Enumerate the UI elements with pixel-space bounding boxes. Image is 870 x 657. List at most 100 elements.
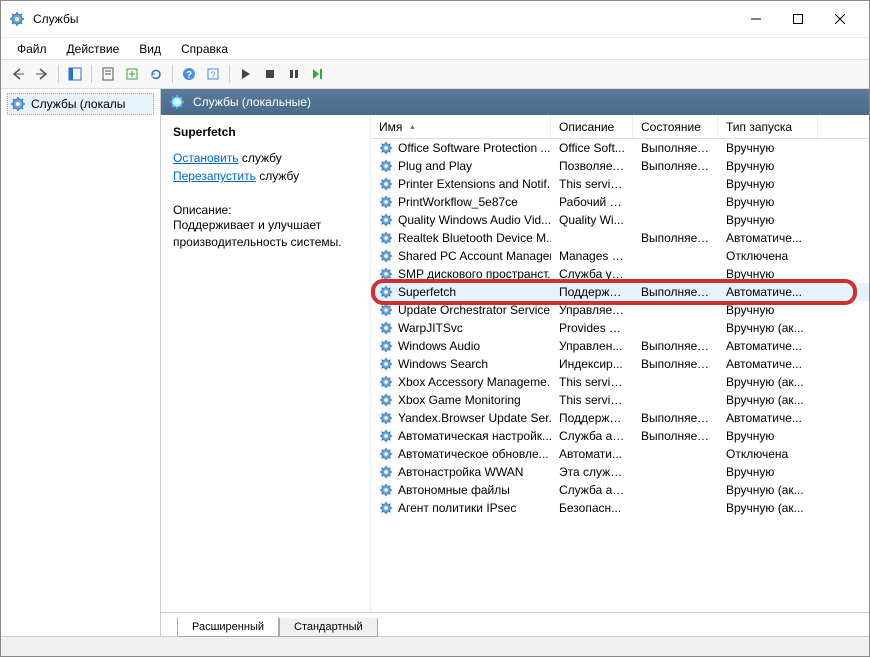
service-name: Realtek Bluetooth Device M... <box>398 231 551 245</box>
service-desc: This servic... <box>551 177 633 191</box>
menu-help[interactable]: Справка <box>173 40 236 58</box>
service-row[interactable]: SuperfetchПоддержи...ВыполняетсяАвтомати… <box>371 283 869 301</box>
service-row[interactable]: Автоматическое обновле...Автомати...Откл… <box>371 445 869 463</box>
service-desc: This servic... <box>551 393 633 407</box>
service-row[interactable]: SMP дискового пространст...Служба уз...В… <box>371 265 869 283</box>
service-name: Update Orchestrator Service <box>398 303 550 317</box>
service-row[interactable]: PrintWorkflow_5e87ceРабочий п...Вручную <box>371 193 869 211</box>
service-icon <box>379 375 393 389</box>
service-name: Автоматическое обновле... <box>398 447 549 461</box>
panel-header-title: Службы (локальные) <box>193 95 311 109</box>
tab-standard[interactable]: Стандартный <box>279 618 378 637</box>
toolbar: ? ? <box>1 59 869 89</box>
refresh-button[interactable] <box>145 63 167 85</box>
service-name-cell: Quality Windows Audio Vid... <box>371 213 551 227</box>
service-row[interactable]: Office Software Protection ...Office Sof… <box>371 139 869 157</box>
service-startup: Вручную (ак... <box>718 393 818 407</box>
service-icon <box>379 285 393 299</box>
start-service-button[interactable] <box>235 63 257 85</box>
service-row[interactable]: Realtek Bluetooth Device M... Выполняется… <box>371 229 869 247</box>
service-row[interactable]: Windows SearchИндексир...ВыполняетсяАвто… <box>371 355 869 373</box>
properties-button[interactable] <box>97 63 119 85</box>
col-header-name[interactable]: Имя ▴ <box>371 115 551 138</box>
service-state: Выполняется <box>633 429 718 443</box>
service-name-cell: Plug and Play <box>371 159 551 173</box>
col-header-state[interactable]: Состояние <box>633 115 718 138</box>
close-button[interactable] <box>819 4 861 34</box>
minimize-button[interactable] <box>735 4 777 34</box>
menu-view[interactable]: Вид <box>131 40 169 58</box>
maximize-button[interactable] <box>777 4 819 34</box>
service-name-cell: Superfetch <box>371 285 551 299</box>
service-row[interactable]: WarpJITSvcProvides a ...Вручную (ак... <box>371 319 869 337</box>
description-text: Поддерживает и улучшает производительнос… <box>173 217 358 251</box>
service-row[interactable]: Printer Extensions and Notif...This serv… <box>371 175 869 193</box>
service-icon <box>379 249 393 263</box>
export-button[interactable] <box>121 63 143 85</box>
service-name-cell: Автонастройка WWAN <box>371 465 551 479</box>
app-icon <box>9 11 25 27</box>
service-row[interactable]: Update Orchestrator ServiceУправляет...В… <box>371 301 869 319</box>
service-state: Выполняется <box>633 159 718 173</box>
stop-link[interactable]: Остановить <box>173 151 239 165</box>
menu-file[interactable]: Файл <box>9 40 55 58</box>
service-row[interactable]: Shared PC Account ManagerManages p...Отк… <box>371 247 869 265</box>
service-desc: Рабочий п... <box>551 195 633 209</box>
service-startup: Вручную <box>718 465 818 479</box>
service-startup: Вручную (ак... <box>718 483 818 497</box>
service-icon <box>379 465 393 479</box>
service-row[interactable]: Plug and PlayПозволяет...ВыполняетсяВруч… <box>371 157 869 175</box>
service-row[interactable]: Автонастройка WWANЭта служб...Вручную <box>371 463 869 481</box>
service-desc: Поддержи... <box>551 285 633 299</box>
service-row[interactable]: Автоматическая настройк...Служба ав...Вы… <box>371 427 869 445</box>
service-row[interactable]: Quality Windows Audio Vid...Quality Wi..… <box>371 211 869 229</box>
col-header-description[interactable]: Описание <box>551 115 633 138</box>
menu-action[interactable]: Действие <box>59 40 128 58</box>
tab-extended[interactable]: Расширенный <box>177 617 279 637</box>
service-row[interactable]: Агент политики IPsecБезопасн...Вручную (… <box>371 499 869 517</box>
service-row[interactable]: Xbox Game MonitoringThis servic...Вручну… <box>371 391 869 409</box>
service-icon <box>379 141 393 155</box>
service-desc: This servic... <box>551 375 633 389</box>
service-rows[interactable]: Office Software Protection ...Office Sof… <box>371 139 869 612</box>
forward-button[interactable] <box>31 63 53 85</box>
stop-service-button[interactable] <box>259 63 281 85</box>
restart-service-button[interactable] <box>307 63 329 85</box>
service-desc: Служба ав... <box>551 483 633 497</box>
tree-root-services[interactable]: Службы (локалы <box>7 93 154 115</box>
service-startup: Вручную <box>718 303 818 317</box>
selected-service-name: Superfetch <box>173 125 358 139</box>
service-startup: Вручную <box>718 429 818 443</box>
service-row[interactable]: Yandex.Browser Update Ser...Поддержи...В… <box>371 409 869 427</box>
service-startup: Вручную <box>718 267 818 281</box>
help-button[interactable]: ? <box>178 63 200 85</box>
menubar: Файл Действие Вид Справка <box>1 37 869 59</box>
show-hide-tree-button[interactable] <box>64 63 86 85</box>
service-startup: Автоматиче... <box>718 285 818 299</box>
service-icon <box>379 429 393 443</box>
service-row[interactable]: Автономные файлыСлужба ав...Вручную (ак.… <box>371 481 869 499</box>
service-actions: Остановить службу Перезапустить службу <box>173 149 358 185</box>
restart-link[interactable]: Перезапустить <box>173 169 256 183</box>
col-header-startup[interactable]: Тип запуска <box>718 115 818 138</box>
service-name: SMP дискового пространст... <box>398 267 551 281</box>
service-state: Выполняется <box>633 231 718 245</box>
service-name: Office Software Protection ... <box>398 141 551 155</box>
service-startup: Отключена <box>718 249 818 263</box>
sort-asc-icon: ▴ <box>410 122 414 131</box>
help-topics-button[interactable]: ? <box>202 63 224 85</box>
service-name: Windows Audio <box>398 339 480 353</box>
service-row[interactable]: Xbox Accessory Manageme...This servic...… <box>371 373 869 391</box>
service-name: Plug and Play <box>398 159 472 173</box>
service-list: Имя ▴ Описание Состояние Тип запуска Off… <box>371 115 869 612</box>
service-name-cell: SMP дискового пространст... <box>371 267 551 281</box>
service-startup: Вручную <box>718 213 818 227</box>
service-row[interactable]: Windows AudioУправлен...ВыполняетсяАвтом… <box>371 337 869 355</box>
service-name-cell: Автоматическое обновле... <box>371 447 551 461</box>
back-button[interactable] <box>7 63 29 85</box>
service-state: Выполняется <box>633 339 718 353</box>
pause-service-button[interactable] <box>283 63 305 85</box>
service-startup: Вручную <box>718 195 818 209</box>
service-name: Yandex.Browser Update Ser... <box>398 411 551 425</box>
service-startup: Вручную (ак... <box>718 501 818 515</box>
